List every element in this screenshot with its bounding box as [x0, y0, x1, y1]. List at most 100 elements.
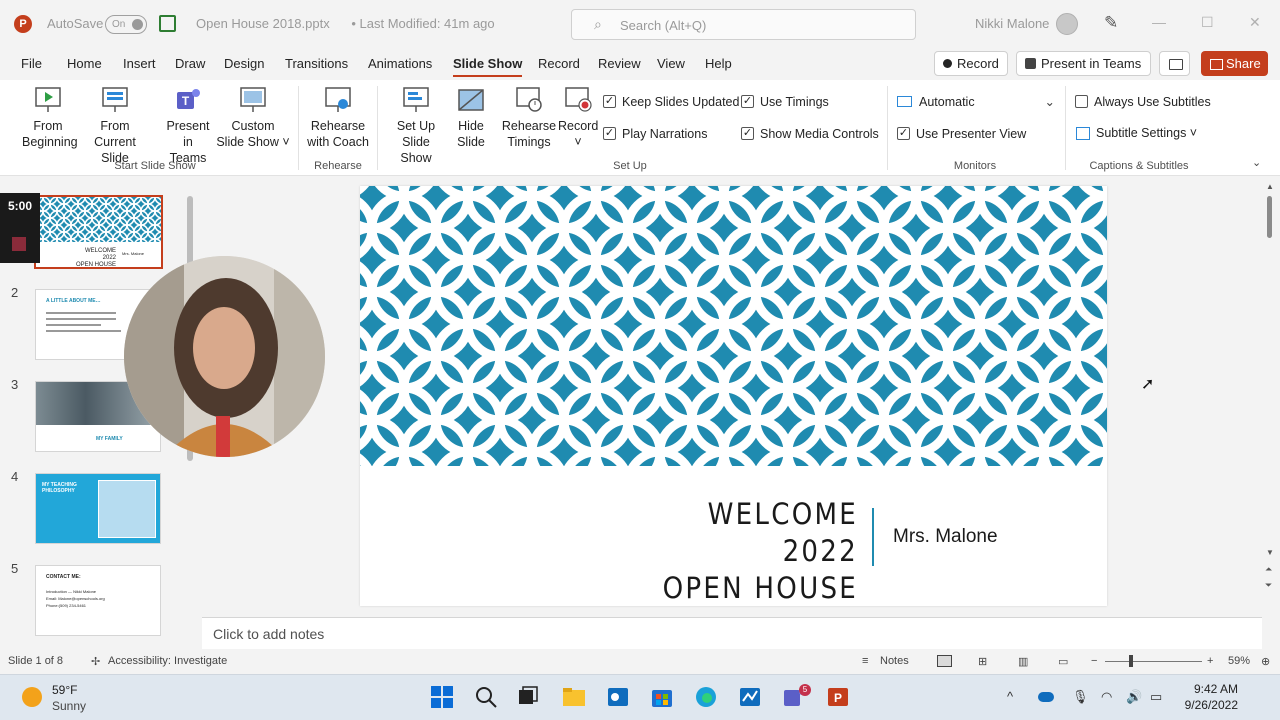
from-current-slide-button[interactable]: From Current Slide: [80, 86, 150, 166]
share-button[interactable]: Share: [1201, 51, 1268, 76]
slide-thumbnail-5[interactable]: CONTACT ME: Introduction — Nikki Malone …: [35, 565, 161, 636]
slide-scrollbar[interactable]: ▲ ▼ ⏶ ⏷: [1265, 182, 1275, 642]
windows-start-icon[interactable]: [430, 685, 454, 709]
tab-draw[interactable]: Draw: [175, 56, 205, 71]
outlook-icon[interactable]: [606, 685, 630, 709]
slide-subtitle[interactable]: Mrs. Malone: [893, 526, 998, 548]
close-button[interactable]: ✕: [1249, 14, 1261, 31]
edge-browser-icon[interactable]: [694, 685, 718, 709]
rehearse-with-coach-button[interactable]: Rehearse with Coach: [305, 86, 371, 150]
task-view-icon[interactable]: [516, 685, 540, 709]
next-slide-icon[interactable]: ⏷: [1265, 580, 1272, 591]
battery-icon[interactable]: ▭: [1150, 689, 1162, 705]
notes-pane[interactable]: Click to add notes: [202, 617, 1262, 649]
ribbon-separator: [887, 86, 888, 170]
monitor-select[interactable]: Automatic ⌄: [897, 92, 1057, 112]
tab-file[interactable]: File: [21, 56, 42, 71]
present-in-teams-ribbon-button[interactable]: T Present in Teams: [164, 86, 212, 166]
zoom-slider[interactable]: [1105, 661, 1202, 662]
tab-help[interactable]: Help: [705, 56, 732, 71]
search-input[interactable]: ⌕ Search (Alt+Q): [571, 9, 916, 40]
tab-transitions[interactable]: Transitions: [285, 56, 348, 71]
whiteboard-icon[interactable]: [738, 685, 762, 709]
comments-button[interactable]: [1159, 51, 1190, 76]
subtitle-settings-button[interactable]: Subtitle Settings ˅: [1076, 126, 1197, 140]
volume-icon[interactable]: 🔊: [1126, 689, 1142, 705]
zoom-slider-handle[interactable]: [1129, 655, 1133, 667]
notes-toggle[interactable]: Notes: [880, 655, 909, 667]
tab-slide-show[interactable]: Slide Show: [453, 56, 523, 77]
slide-canvas[interactable]: WELCOME 2022 OPEN HOUSE Mrs. Malone: [360, 186, 1107, 606]
tab-design[interactable]: Design: [224, 56, 264, 71]
maximize-button[interactable]: ☐: [1201, 14, 1214, 31]
stop-icon[interactable]: [12, 237, 26, 251]
powerpoint-taskbar-icon[interactable]: P: [826, 685, 850, 709]
save-icon[interactable]: [159, 15, 176, 32]
tab-insert[interactable]: Insert: [123, 56, 156, 71]
always-use-subtitles-checkbox[interactable]: Always Use Subtitles: [1075, 95, 1211, 109]
tab-record[interactable]: Record: [538, 56, 580, 71]
pen-icon[interactable]: ✎: [1104, 13, 1118, 33]
slide-sorter-icon[interactable]: ⊞: [978, 655, 987, 668]
custom-slide-show-button[interactable]: Custom Slide Show ˅: [216, 86, 290, 150]
record-ribbon-button[interactable]: Record ˅: [558, 86, 598, 150]
keep-slides-updated-checkbox[interactable]: ✓ Keep Slides Updated: [603, 95, 739, 109]
rehearse-with-coach-label: Rehearse with Coach: [307, 119, 369, 149]
slide-title[interactable]: WELCOME 2022 OPEN HOUSE: [626, 496, 858, 606]
weather-temperature[interactable]: 59°F: [52, 683, 77, 697]
onedrive-icon[interactable]: [1038, 692, 1054, 702]
zoom-in-button[interactable]: +: [1207, 655, 1213, 667]
powerpoint-logo-icon: P: [14, 15, 32, 33]
taskbar-clock[interactable]: 9:42 AM 9/26/2022: [1180, 681, 1238, 713]
play-narrations-checkbox[interactable]: ✓ Play Narrations: [603, 127, 707, 141]
normal-view-icon[interactable]: [937, 655, 952, 667]
show-hidden-icons-chevron-icon[interactable]: ^: [1007, 689, 1013, 704]
wifi-icon[interactable]: ◠: [1101, 689, 1112, 705]
document-title[interactable]: Open House 2018.pptx • Last Modified: 41…: [196, 16, 495, 31]
fit-to-window-icon[interactable]: ⊕: [1261, 655, 1270, 668]
tab-home[interactable]: Home: [67, 56, 102, 71]
scrollbar-thumb[interactable]: [1267, 196, 1272, 238]
use-presenter-view-checkbox[interactable]: ✓ Use Presenter View: [897, 127, 1026, 141]
rehearse-timings-button[interactable]: Rehearse Timings: [500, 86, 558, 150]
show-media-controls-checkbox[interactable]: ✓ Show Media Controls: [741, 127, 879, 141]
accessibility-icon[interactable]: ✢: [91, 655, 100, 668]
collapse-ribbon-icon[interactable]: ⌄: [1252, 156, 1261, 169]
avatar[interactable]: [1056, 13, 1078, 35]
microphone-icon[interactable]: 🎙: [1072, 689, 1089, 705]
previous-slide-icon[interactable]: ⏶: [1265, 564, 1272, 575]
tab-view[interactable]: View: [657, 56, 685, 71]
scroll-up-icon[interactable]: ▲: [1266, 182, 1274, 191]
hide-slide-button[interactable]: Hide Slide: [453, 86, 489, 150]
slide-thumbnail-4[interactable]: MY TEACHING PHILOSOPHY: [35, 473, 161, 544]
slide-thumbnail-1[interactable]: WELCOME 2022 OPEN HOUSE Mrs. Malone: [34, 195, 163, 269]
show-media-controls-label: Show Media Controls: [760, 127, 879, 141]
checkbox-unchecked: [1075, 95, 1088, 108]
checkbox-checked: ✓: [603, 95, 616, 108]
tab-review[interactable]: Review: [598, 56, 641, 71]
minimize-button[interactable]: —: [1152, 14, 1166, 30]
from-beginning-button[interactable]: From Beginning: [22, 86, 78, 150]
weather-sun-icon[interactable]: [22, 687, 42, 707]
group-label-start-slide-show: Start Slide Show: [114, 160, 196, 172]
thumb1-title: WELCOME 2022 OPEN HOUSE: [76, 248, 116, 267]
weather-condition[interactable]: Sunny: [52, 699, 86, 713]
notes-toggle-icon[interactable]: ≡: [862, 655, 868, 667]
scroll-down-icon[interactable]: ▼: [1266, 548, 1274, 557]
webcam-preview[interactable]: [124, 256, 325, 457]
use-timings-checkbox[interactable]: ✓ Use Timings: [741, 95, 829, 109]
microsoft-store-icon[interactable]: [650, 685, 674, 709]
present-in-teams-button[interactable]: Present in Teams: [1016, 51, 1151, 76]
reading-view-icon[interactable]: ▥: [1018, 655, 1028, 668]
zoom-level[interactable]: 59%: [1228, 655, 1250, 667]
file-explorer-icon[interactable]: [562, 685, 586, 709]
record-button[interactable]: Record: [934, 51, 1008, 76]
zoom-out-button[interactable]: −: [1091, 655, 1097, 667]
search-icon[interactable]: [474, 685, 498, 709]
set-up-slide-show-button[interactable]: Set Up Slide Show: [385, 86, 447, 166]
autosave-toggle[interactable]: On: [105, 15, 147, 34]
slide-show-view-icon[interactable]: ▭: [1058, 655, 1068, 668]
tab-animations[interactable]: Animations: [368, 56, 432, 71]
accessibility-status[interactable]: Accessibility: Investigate: [108, 655, 227, 667]
present-in-teams-ribbon-label: Present in Teams: [166, 119, 210, 165]
